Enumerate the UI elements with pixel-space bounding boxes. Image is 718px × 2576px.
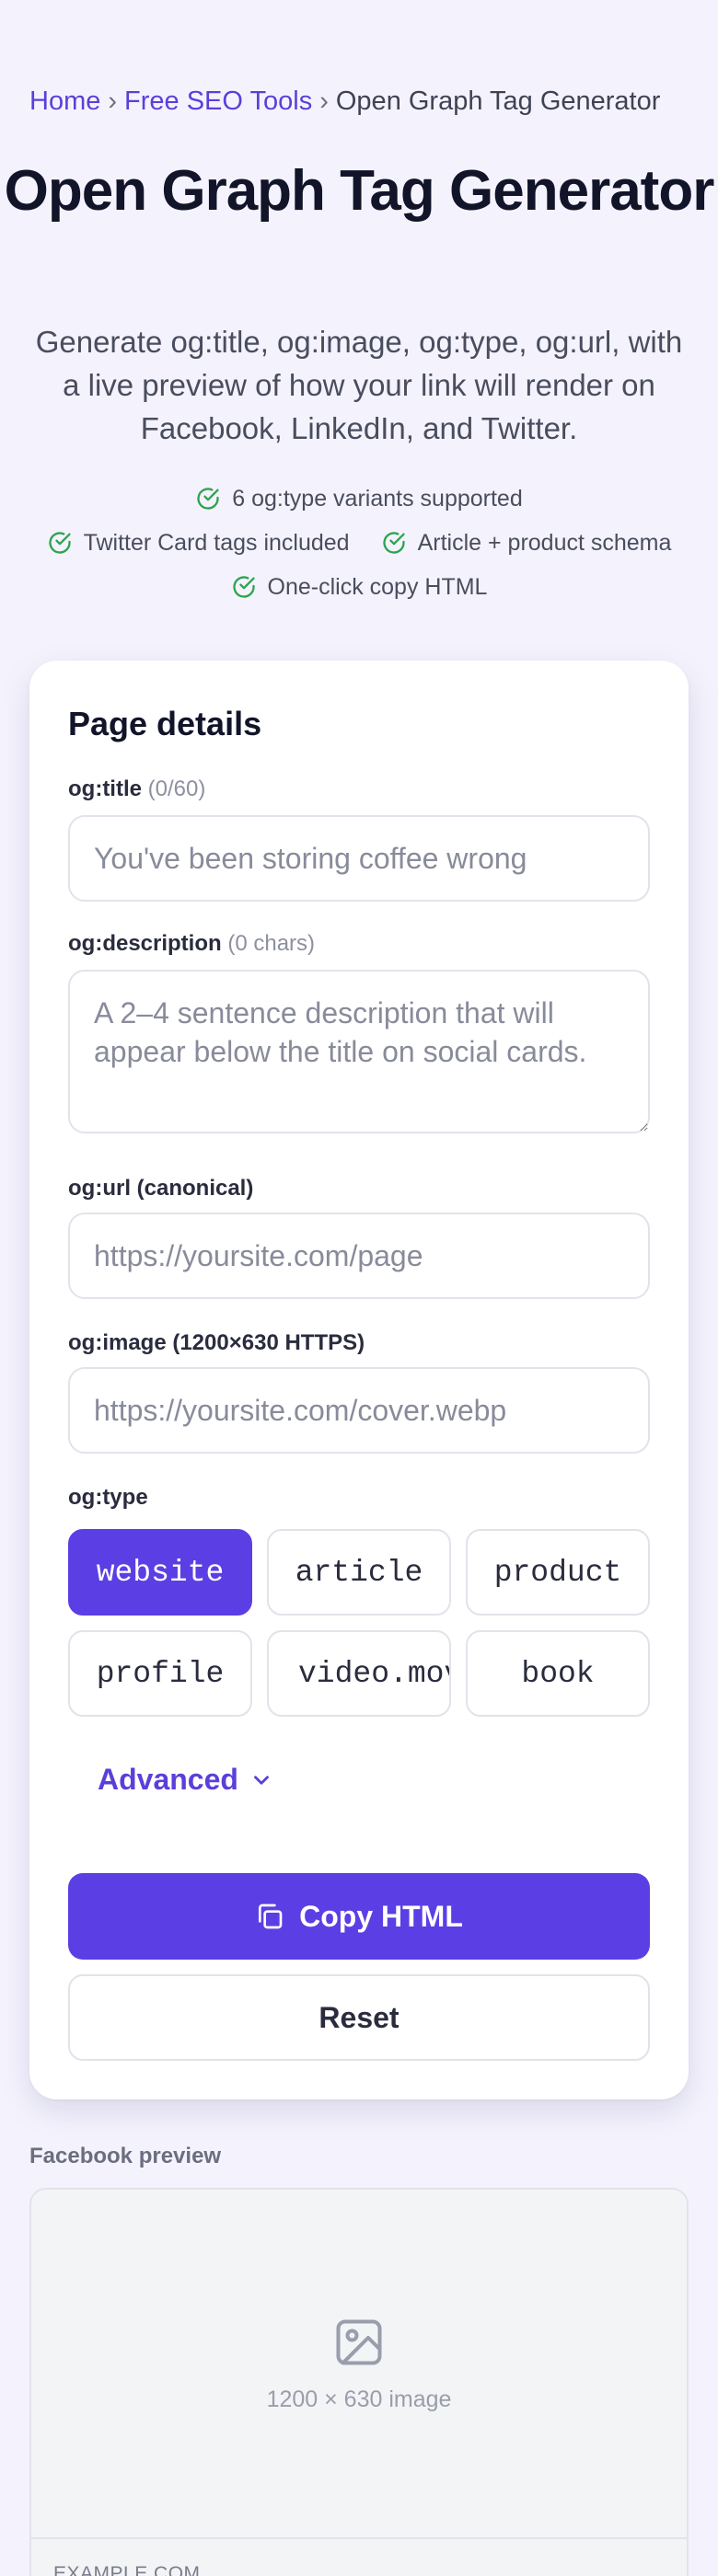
facebook-preview-card: 1200 × 630 image EXAMPLE.COM: [29, 2188, 689, 2576]
og-type-option-video-movie[interactable]: video.movie: [267, 1630, 451, 1717]
page-title: Open Graph Tag Generator: [4, 159, 715, 223]
og-type-option-website[interactable]: website: [68, 1529, 252, 1616]
og-type-option-product[interactable]: product: [466, 1529, 650, 1616]
advanced-toggle[interactable]: Advanced: [98, 1763, 273, 1797]
feature-text: One-click copy HTML: [267, 573, 488, 600]
og-description-textarea[interactable]: [68, 970, 650, 1133]
feature-item: Twitter Card tags included: [47, 530, 350, 557]
check-circle-icon: [232, 576, 255, 598]
og-title-input[interactable]: [68, 815, 650, 902]
facebook-preview-divider: [31, 2537, 687, 2539]
feature-item: 6 og:type variants supported: [195, 485, 523, 512]
page-details-card: Page details og:title (0/60) og:descript…: [29, 661, 689, 2099]
card-title: Page details: [68, 705, 262, 742]
og-type-option-profile[interactable]: profile: [68, 1630, 252, 1717]
breadcrumb-separator: ›: [108, 86, 118, 116]
og-type-label: og:type: [68, 1485, 148, 1510]
page-subtitle: Generate og:title, og:image, og:type, og…: [35, 325, 683, 445]
feature-text: Twitter Card tags included: [83, 529, 350, 556]
check-circle-icon: [382, 532, 405, 554]
reset-button[interactable]: Reset: [68, 1974, 650, 2061]
advanced-label: Advanced: [98, 1763, 238, 1796]
breadcrumb-current: Open Graph Tag Generator: [335, 86, 661, 116]
feature-item: One-click copy HTML: [231, 573, 488, 601]
feature-item: Article + product schema: [381, 529, 672, 557]
feature-text: 6 og:type variants supported: [232, 485, 523, 512]
facebook-preview-domain: EXAMPLE.COM: [53, 2563, 201, 2576]
breadcrumb-separator: ›: [319, 86, 329, 116]
facebook-preview-image-placeholder: 1200 × 630 image: [31, 2190, 687, 2537]
check-circle-icon: [197, 488, 219, 510]
og-title-counter: (0/60): [147, 776, 206, 801]
og-type-option-article[interactable]: article: [267, 1529, 451, 1616]
chevron-down-icon: [254, 1775, 269, 1785]
facebook-preview-label: Facebook preview: [29, 2144, 222, 2168]
copy-html-button[interactable]: Copy HTML: [68, 1873, 650, 1960]
og-description-label: og:description (0 chars): [68, 931, 316, 956]
copy-icon: [259, 1903, 283, 1929]
og-url-input[interactable]: [68, 1213, 650, 1299]
breadcrumb: Home › Free SEO Tools › Open Graph Tag Gener…: [29, 83, 660, 120]
check-circle-icon: [48, 532, 71, 554]
og-title-label: og:title (0/60): [68, 776, 206, 801]
og-description-counter: (0 chars): [227, 931, 316, 956]
facebook-preview-image-size: 1200 × 630 image: [266, 2386, 452, 2412]
feature-list: 6 og:type variants supported Twitter Car…: [0, 477, 718, 609]
breadcrumb-home-link[interactable]: Home: [29, 86, 100, 116]
feature-text: Article + product schema: [417, 529, 672, 556]
copy-html-label: Copy HTML: [299, 1899, 463, 1933]
image-icon: [336, 2319, 382, 2364]
og-url-label: og:url (canonical): [68, 1176, 254, 1201]
og-type-option-book[interactable]: book: [466, 1630, 650, 1717]
breadcrumb-seo-tools-link[interactable]: Free SEO Tools: [124, 86, 312, 116]
og-image-label: og:image (1200×630 HTTPS): [68, 1330, 365, 1355]
og-image-input[interactable]: [68, 1367, 650, 1454]
